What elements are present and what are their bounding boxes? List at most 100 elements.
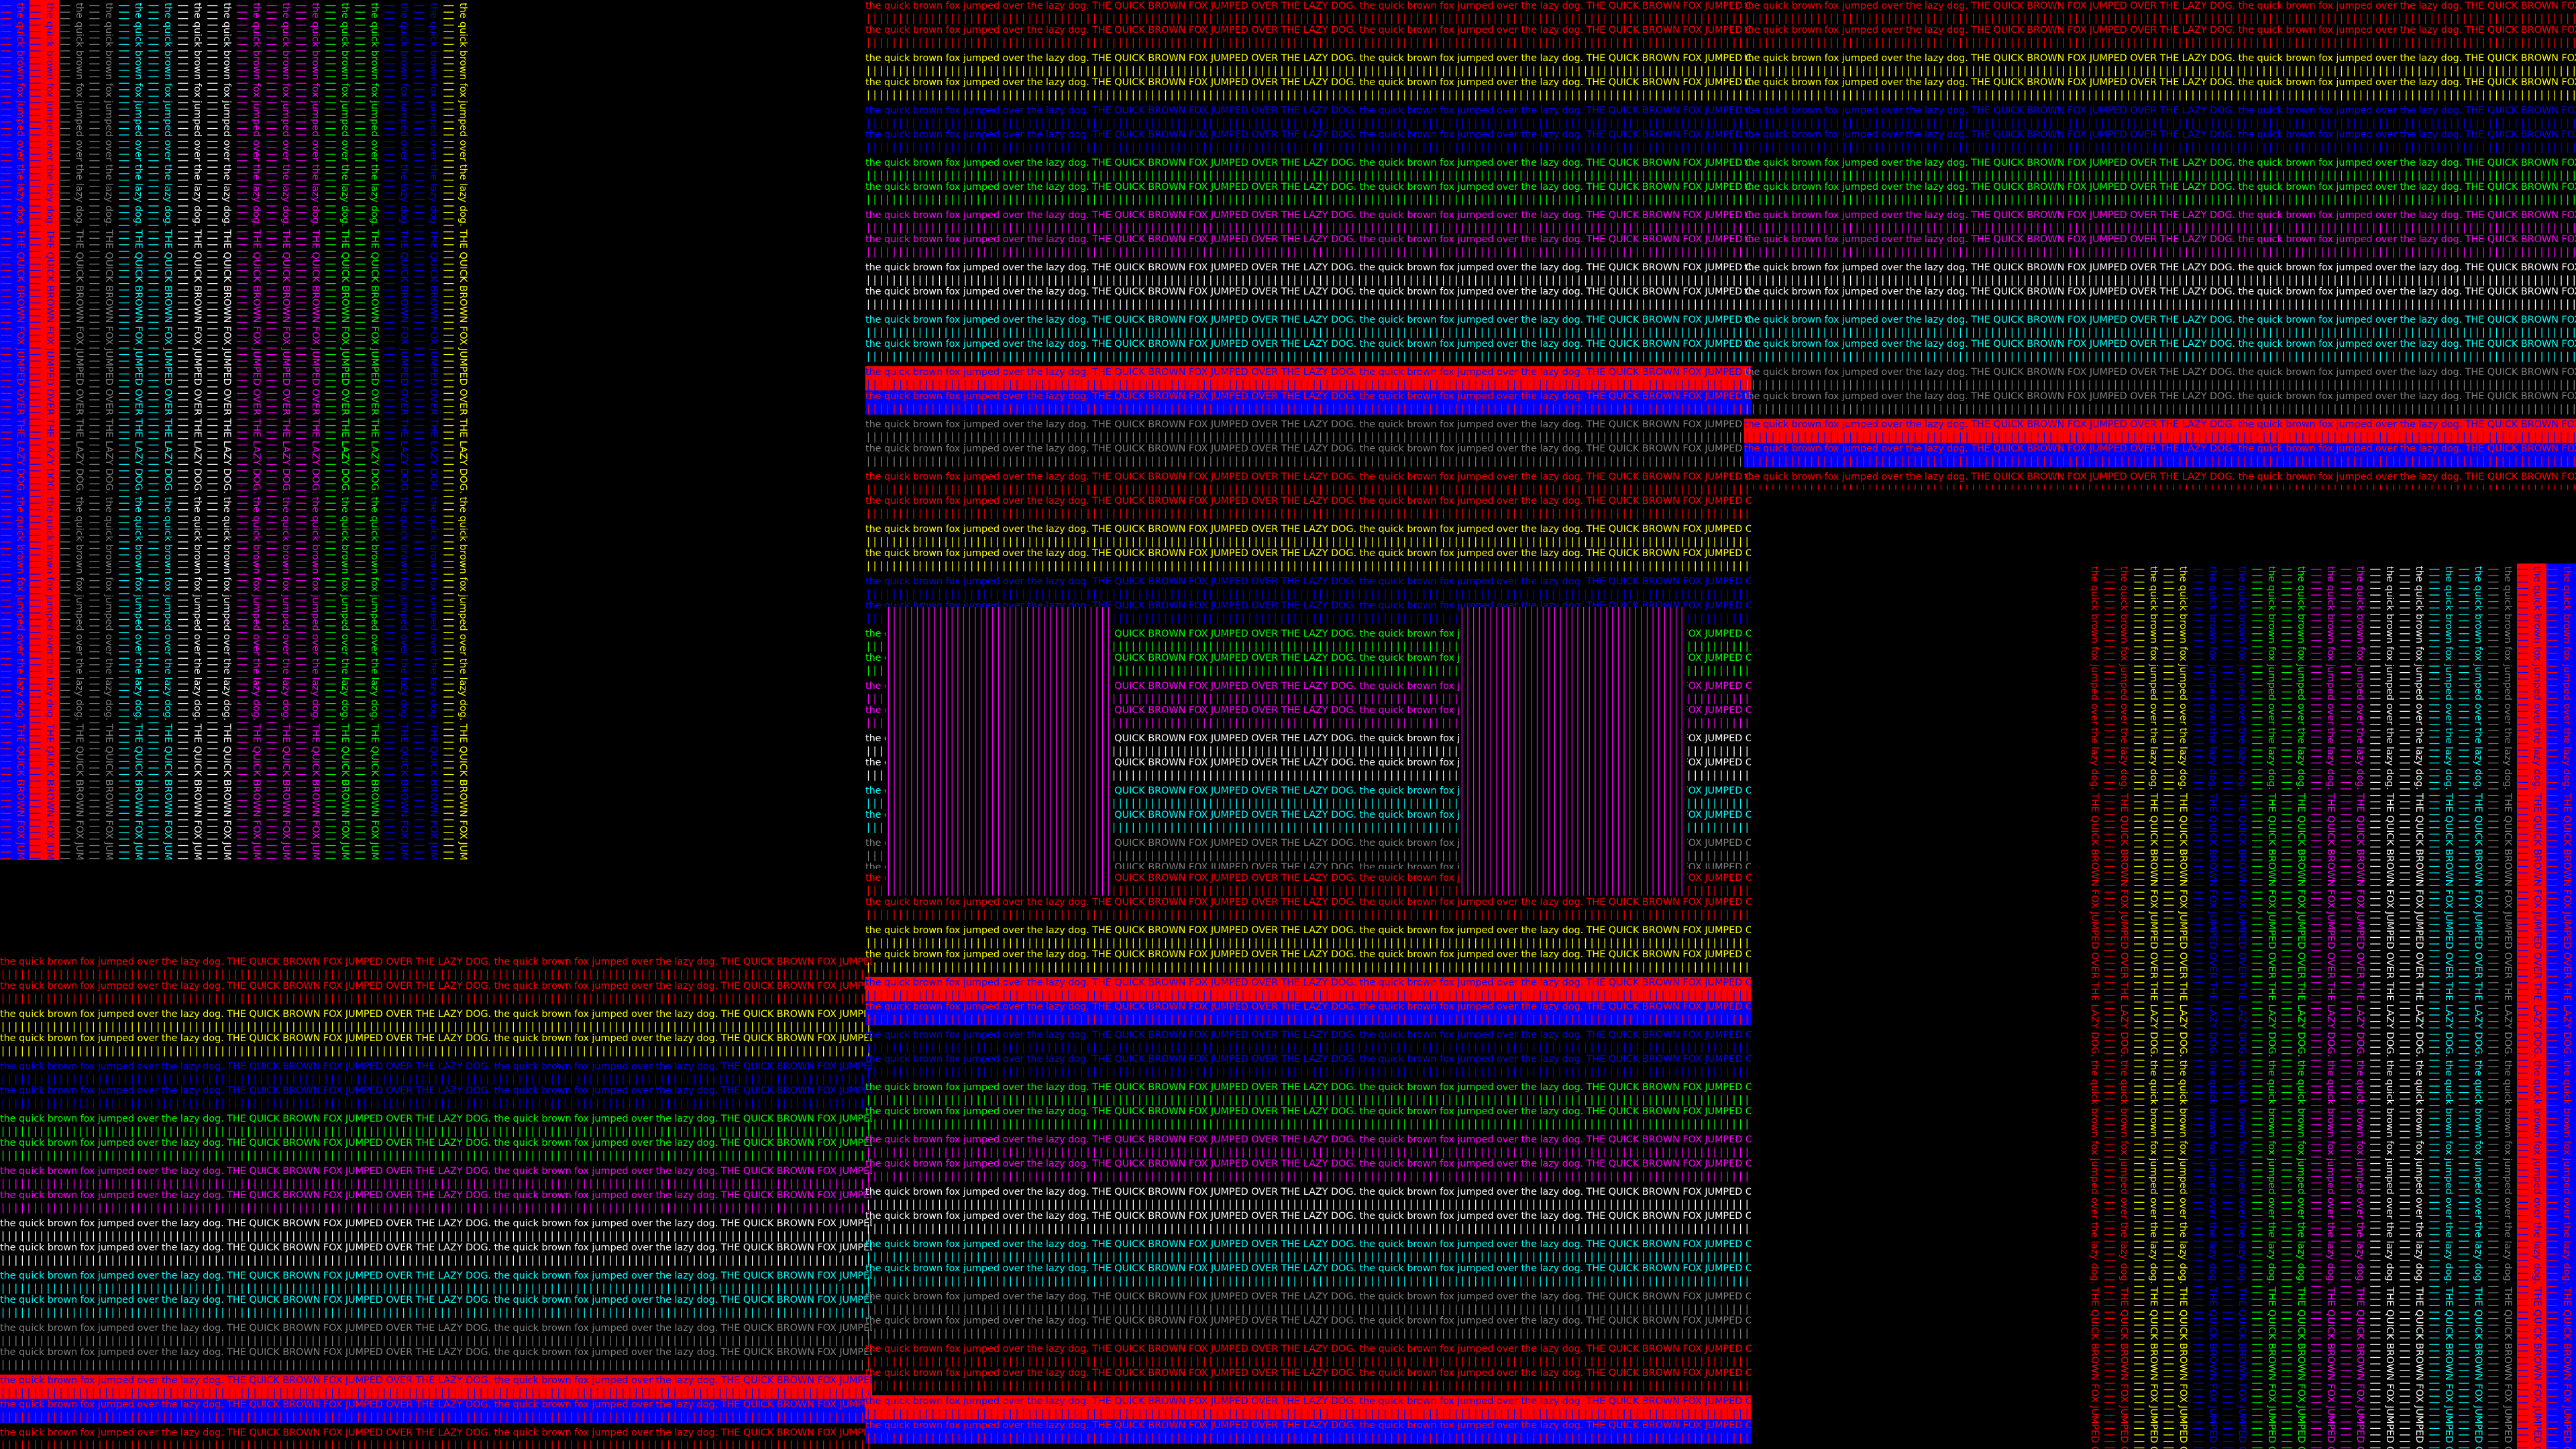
column-inner: ||||||||||||||||||||||||||||||||||||||||… [2399,564,2428,1449]
pipe-rule-line: ||||||||||||||||||||||||||||||||||||||||… [0,3,13,860]
column-inner: ||||||||||||||||||||||||||||||||||||||||… [295,0,325,860]
pangram-line: the quick brown fox jumped over the lazy… [1744,182,2576,193]
pipe-rule-line: ||||||||||||||||||||||||||||||||||||||||… [1744,12,2576,24]
text-row: the quick brown fox jumped over the lazy… [1744,76,2576,101]
pangram-line: the quick brown fox jumped over the lazy… [2294,566,2308,1449]
pangram-line: the quick brown fox jumped over the lazy… [865,1,1751,11]
pipe-rule-line: ||||||||||||||||||||||||||||||||||||||||… [0,1020,872,1032]
pipe-rule-line: ||||||||||||||||||||||||||||||||||||||||… [0,1254,872,1266]
pipe-rule-line: ||||||||||||||||||||||||||||||||||||||||… [59,3,72,860]
pangram-line: the quick brown fox jumped over the lazy… [0,1218,872,1229]
pangram-line: the quick brown fox jumped over the lazy… [865,262,1751,273]
column-inner: ||||||||||||||||||||||||||||||||||||||||… [2104,564,2133,1449]
pipe-rule-line: ||||||||||||||||||||||||||||||||||||||||… [1744,378,2576,390]
highlighted-text-column: ||||||||||||||||||||||||||||||||||||||||… [30,0,59,860]
pangram-line: the quick brown fox jumped over the lazy… [0,1242,872,1253]
pangram-line: the quick brown fox jumped over the lazy… [13,3,27,860]
pangram-line: the quick brown fox jumped over the lazy… [865,1159,1751,1169]
text-column: ||||||||||||||||||||||||||||||||||||||||… [148,0,177,860]
pangram-line: the quick brown fox jumped over the lazy… [0,1295,872,1305]
column-inner: ||||||||||||||||||||||||||||||||||||||||… [266,0,295,860]
column-inner: ||||||||||||||||||||||||||||||||||||||||… [0,0,30,860]
pangram-line: the quick brown fox jumped over the lazy… [865,315,1751,325]
text-row: the quick brown fox jumped over the lazy… [0,1032,872,1057]
text-row: the quick brown fox jumped over the lazy… [1744,209,2576,233]
pipe-rule-line: ||||||||||||||||||||||||||||||||||||||||… [865,1407,1751,1419]
text-row: the quick brown fox jumped over the lazy… [865,1053,1751,1077]
column-inner: ||||||||||||||||||||||||||||||||||||||||… [59,0,89,860]
pangram-line: the quick brown fox jumped over the lazy… [102,3,115,860]
pipe-rule-line: ||||||||||||||||||||||||||||||||||||||||… [2487,566,2501,1449]
column-inner: ||||||||||||||||||||||||||||||||||||||||… [2428,564,2458,1449]
text-column: ||||||||||||||||||||||||||||||||||||||||… [207,0,236,860]
pipe-rule-line: ||||||||||||||||||||||||||||||||||||||||… [1744,350,2576,362]
pipe-rule-line: ||||||||||||||||||||||||||||||||||||||||… [2104,566,2117,1449]
pipe-rule-line: ||||||||||||||||||||||||||||||||||||||||… [2517,566,2530,1449]
text-row: the quick brown fox jumped over the lazy… [1744,129,2576,153]
pangram-line: the quick brown fox jumped over the lazy… [865,949,1751,960]
text-column: ||||||||||||||||||||||||||||||||||||||||… [2487,564,2517,1449]
text-row: the quick brown fox jumped over the lazy… [1744,338,2576,362]
pipe-rule-line: ||||||||||||||||||||||||||||||||||||||||… [0,1306,872,1318]
text-row: the quick brown fox jumped over the lazy… [865,1081,1751,1106]
pangram-line: the quick brown fox jumped over the lazy… [865,1396,1751,1407]
text-row: the quick brown fox jumped over the lazy… [1744,105,2576,129]
pipe-rule-line: ||||||||||||||||||||||||||||||||||||||||… [0,968,872,980]
pipe-rule-line: ||||||||||||||||||||||||||||||||||||||||… [865,961,1751,973]
text-row: the quick brown fox jumped over the lazy… [0,1137,872,1161]
text-row: the quick brown fox jumped over the lazy… [865,547,1751,572]
text-row: the quick brown fox jumped over the lazy… [865,523,1751,547]
pipe-rule-line: ||||||||||||||||||||||||||||||||||||||||… [2546,566,2560,1449]
pangram-line: the quick brown fox jumped over the lazy… [1744,53,2576,64]
pangram-line: the quick brown fox jumped over the lazy… [865,524,1751,535]
pipe-rule-line: ||||||||||||||||||||||||||||||||||||||||… [0,1387,872,1399]
highlighted-text-row: the quick brown fox jumped over the lazy… [865,390,1751,415]
pangram-line: the quick brown fox jumped over the lazy… [865,1030,1751,1040]
pipe-rule-line: ||||||||||||||||||||||||||||||||||||||||… [2163,566,2176,1449]
pangram-line: the quick brown fox jumped over the lazy… [865,391,1751,402]
pangram-line: the quick brown fox jumped over the lazy… [1744,234,2576,245]
pangram-line: the quick brown fox jumped over the lazy… [1744,1,2576,11]
column-inner: ||||||||||||||||||||||||||||||||||||||||… [2487,564,2517,1449]
pipe-rule-line: ||||||||||||||||||||||||||||||||||||||||… [865,1198,1751,1210]
pangram-line: the quick brown fox jumped over the lazy… [865,496,1751,506]
pipe-rule-line: ||||||||||||||||||||||||||||||||||||||||… [0,1125,872,1137]
text-row: the quick brown fox jumped over the lazy… [865,419,1751,443]
pangram-line: the quick brown fox jumped over the lazy… [865,234,1751,245]
text-row: the quick brown fox jumped over the lazy… [0,1189,872,1214]
pipe-rule-line: ||||||||||||||||||||||||||||||||||||||||… [865,455,1751,467]
pipe-rule-line: ||||||||||||||||||||||||||||||||||||||||… [865,535,1751,547]
pangram-line: the quick brown fox jumped over the lazy… [865,419,1751,430]
pipe-rule-line: ||||||||||||||||||||||||||||||||||||||||… [1744,36,2576,48]
text-row: the quick brown fox jumped over the lazy… [0,1346,872,1371]
pangram-line: the quick brown fox jumped over the lazy… [2235,566,2249,1449]
pipe-rule-line: ||||||||||||||||||||||||||||||||||||||||… [865,350,1751,362]
pangram-line: the quick brown fox jumped over the lazy… [865,105,1751,116]
pipe-rule-line: ||||||||||||||||||||||||||||||||||||||||… [2222,566,2235,1449]
pipe-rule-line: ||||||||||||||||||||||||||||||||||||||||… [865,936,1751,949]
pangram-line: the quick brown fox jumped over the lazy… [0,1009,872,1020]
text-row: the quick brown fox jumped over the lazy… [865,495,1751,519]
column-inner: ||||||||||||||||||||||||||||||||||||||||… [354,0,384,860]
pangram-line: the quick brown fox jumped over the lazy… [427,3,440,860]
pangram-line: the quick brown fox jumped over the lazy… [0,957,872,967]
pangram-line: the quick brown fox jumped over the lazy… [1744,419,2576,430]
pipe-rule-line: ||||||||||||||||||||||||||||||||||||||||… [865,559,1751,572]
text-column: ||||||||||||||||||||||||||||||||||||||||… [266,0,295,860]
pipe-rule-line: ||||||||||||||||||||||||||||||||||||||||… [1744,64,2576,76]
pangram-line: the quick brown fox jumped over the lazy… [1744,339,2576,350]
pipe-rule-line: ||||||||||||||||||||||||||||||||||||||||… [865,274,1751,286]
pipe-rule-line: ||||||||||||||||||||||||||||||||||||||||… [0,1334,872,1346]
pangram-line: the quick brown fox jumped over the lazy… [865,182,1751,193]
text-column: ||||||||||||||||||||||||||||||||||||||||… [2281,564,2310,1449]
pangram-line: the quick brown fox jumped over the lazy… [43,3,56,860]
pipe-rule-line: ||||||||||||||||||||||||||||||||||||||||… [1744,483,2576,490]
text-column: ||||||||||||||||||||||||||||||||||||||||… [236,0,266,860]
pipe-rule-line: ||||||||||||||||||||||||||||||||||||||||… [1744,326,2576,338]
text-row: the quick brown fox jumped over the lazy… [0,1242,872,1266]
pangram-line: the quick brown fox jumped over the lazy… [1744,443,2576,454]
column-inner: ||||||||||||||||||||||||||||||||||||||||… [2086,564,2104,1449]
pipe-rule-line: ||||||||||||||||||||||||||||||||||||||||… [865,64,1751,76]
pipe-rule-line: ||||||||||||||||||||||||||||||||||||||||… [865,246,1751,258]
text-row: the quick brown fox jumped over the lazy… [1744,286,2576,310]
